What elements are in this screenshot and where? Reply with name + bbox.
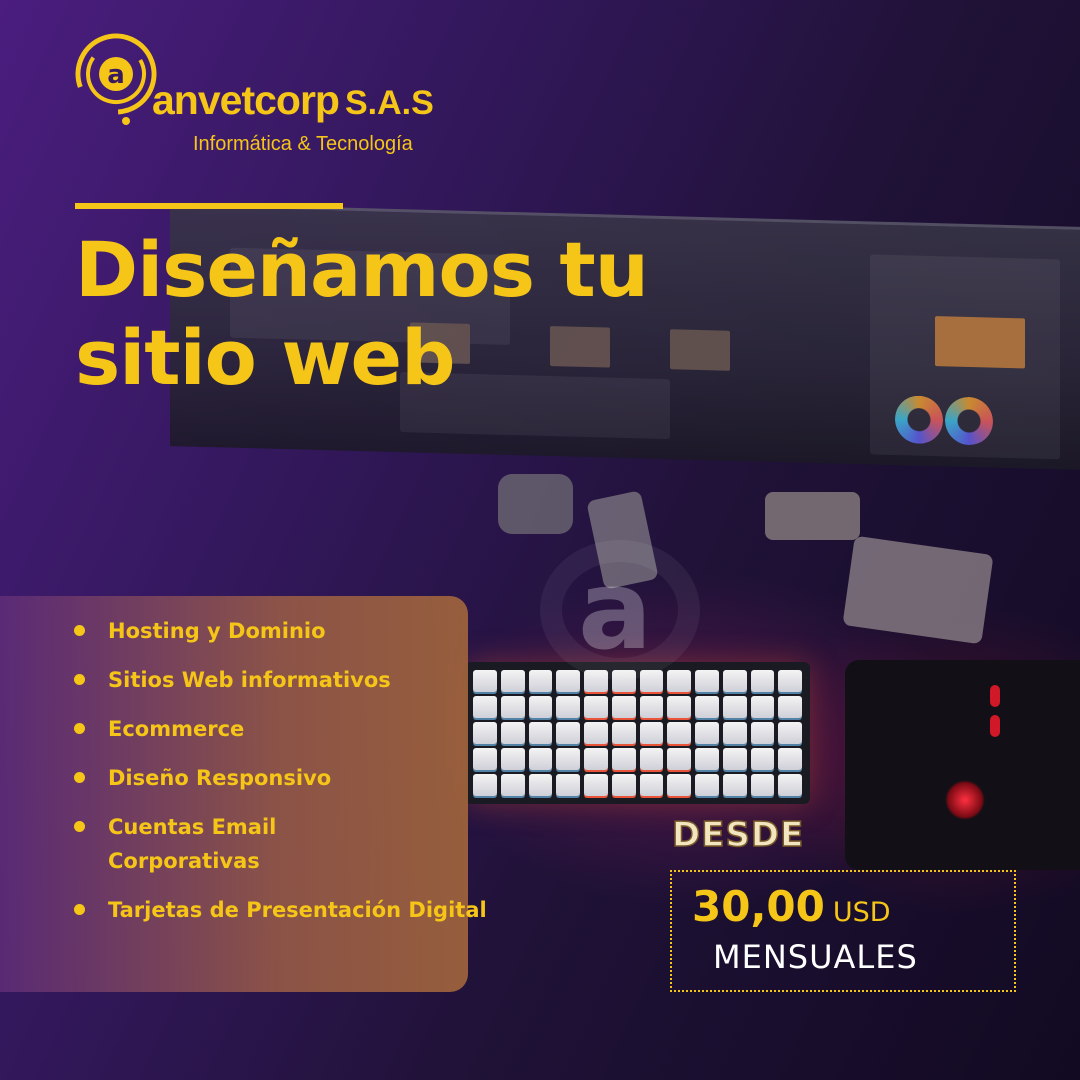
keyboard-key	[695, 670, 719, 692]
keyboard-key	[750, 670, 775, 692]
service-label: Cuentas Email Corporativas	[108, 815, 277, 873]
keyboard-key	[667, 696, 691, 718]
keyboard-key	[584, 748, 608, 770]
service-item: Tarjetas de Presentación Digital	[74, 893, 488, 927]
service-label: Diseño Responsivo	[108, 766, 332, 790]
svg-text:a: a	[107, 60, 125, 90]
price-prefix: DESDE	[671, 814, 805, 856]
keyboard-key	[722, 774, 747, 796]
keyboard-key	[695, 696, 719, 718]
keyboard-key	[667, 748, 691, 770]
keyboard-key	[639, 722, 664, 744]
keyboard-key	[528, 670, 553, 692]
keyboard-key	[667, 722, 691, 744]
price-currency: USD	[832, 897, 891, 928]
keyboard-key	[528, 748, 553, 770]
price-line: 30,00 USD	[692, 882, 891, 931]
bullet-icon	[74, 904, 85, 915]
price-amount: 30,00	[692, 882, 825, 931]
keyboard-key	[528, 696, 553, 718]
keyboard-key	[639, 748, 664, 770]
service-item: Sitios Web informativos	[74, 663, 464, 697]
service-item: Diseño Responsivo	[74, 761, 464, 795]
keyboard-key	[722, 696, 747, 718]
bullet-icon	[74, 674, 85, 685]
service-item: Cuentas Email Corporativas	[74, 810, 368, 878]
keyboard-key	[695, 748, 719, 770]
keyboard-key	[556, 748, 580, 770]
service-label: Tarjetas de Presentación Digital	[108, 898, 487, 922]
keyboard-key	[611, 748, 636, 770]
speaker	[765, 492, 860, 540]
price-period: MENSUALES	[713, 938, 918, 976]
keyboard-key	[778, 748, 802, 770]
keyboard-key	[639, 696, 664, 718]
keyboard-key	[611, 722, 636, 744]
keyboard-key	[528, 774, 553, 796]
service-item: Ecommerce	[74, 712, 464, 746]
keyboard-key	[556, 670, 580, 692]
keyboard-key	[778, 774, 802, 796]
keyboard-key	[778, 696, 802, 718]
keyboard-key	[528, 722, 553, 744]
brand-name-text: anvetcorp	[152, 77, 340, 123]
keyboard-key	[778, 722, 802, 744]
keyboard-key	[500, 696, 525, 718]
keyboard-key	[722, 748, 747, 770]
keyboard-key	[584, 722, 608, 744]
keyboard-key	[750, 748, 775, 770]
keyboard-key	[695, 722, 719, 744]
keyboard-key	[750, 696, 775, 718]
airpods-case	[498, 474, 573, 534]
brand-name: anvetcorp S.A.S	[152, 80, 434, 121]
keyboard-key	[722, 722, 747, 744]
bullet-icon	[74, 821, 85, 832]
keyboard	[465, 662, 810, 804]
headline: Diseñamos tu sitio web	[75, 226, 715, 402]
watermark-letter: a	[578, 546, 653, 674]
mousepad	[845, 660, 1080, 870]
keyboard-key	[584, 696, 608, 718]
keyboard-key	[722, 670, 747, 692]
bullet-icon	[74, 772, 85, 783]
keyboard-key	[500, 722, 525, 744]
keyboard-key	[556, 774, 580, 796]
service-label: Ecommerce	[108, 717, 245, 741]
keyboard-key	[695, 774, 719, 796]
keyboard-key	[500, 748, 525, 770]
keyboard-key	[778, 670, 802, 692]
brand-tagline: Informática & Tecnología	[193, 133, 413, 155]
keyboard-key	[473, 722, 497, 744]
service-label: Hosting y Dominio	[108, 619, 326, 643]
headline-line-1: Diseñamos tu	[75, 225, 649, 314]
keyboard-key	[556, 696, 580, 718]
services-list: Hosting y Dominio Sitios Web informativo…	[74, 614, 487, 942]
keyboard-key	[473, 670, 497, 692]
keyboard-key	[750, 722, 775, 744]
bullet-icon	[74, 625, 85, 636]
keyboard-key	[750, 774, 775, 796]
keyboard-key	[473, 748, 497, 770]
keyboard-key	[500, 670, 525, 692]
headline-line-2: sitio web	[75, 313, 456, 402]
keyboard-key	[611, 774, 636, 796]
keyboard-key	[584, 774, 608, 796]
bullet-icon	[74, 723, 85, 734]
title-divider	[75, 203, 343, 209]
service-item: Hosting y Dominio	[74, 614, 464, 648]
keyboard-key	[556, 722, 580, 744]
keyboard-key	[473, 774, 497, 796]
keyboard-key	[611, 696, 636, 718]
speaker	[842, 535, 994, 645]
keyboard-key	[639, 774, 664, 796]
keyboard-key	[667, 774, 691, 796]
service-label: Sitios Web informativos	[108, 668, 391, 692]
keyboard-key	[667, 670, 691, 692]
brand-suffix: S.A.S	[344, 84, 434, 122]
keyboard-key	[473, 696, 497, 718]
keyboard-key	[500, 774, 525, 796]
